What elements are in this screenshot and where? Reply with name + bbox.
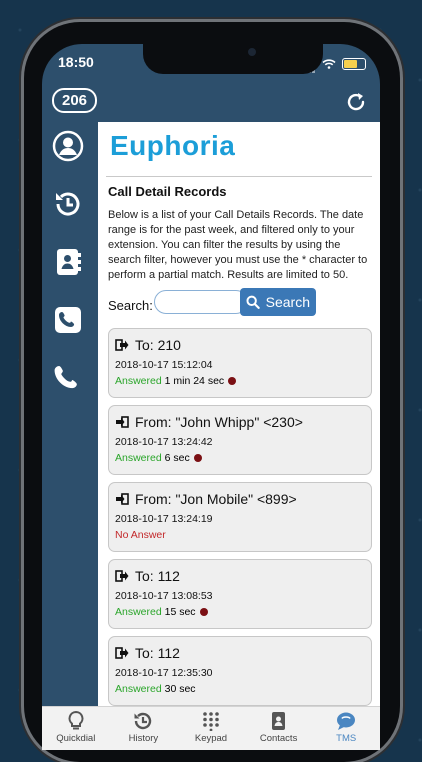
extension-badge[interactable]: 206 [52,88,98,113]
record-date: 2018-10-17 13:24:42 [115,436,213,448]
incoming-call-icon [116,493,129,505]
record-date: 2018-10-17 13:24:19 [115,513,213,525]
record-head-text: To: 112 [135,645,180,661]
record-date: 2018-10-17 12:35:30 [115,667,213,679]
record-head-text: To: 112 [135,568,180,584]
status-time: 18:50 [58,54,94,70]
search-icon [246,295,260,309]
tab-label: Quickdial [56,733,96,744]
outgoing-call-icon [115,339,129,351]
sidebar [42,122,98,706]
tab-label: Contacts [259,733,298,744]
record-date: 2018-10-17 13:08:53 [115,590,213,602]
user-profile-icon[interactable] [52,130,84,162]
recording-indicator-icon[interactable] [228,377,237,385]
page-description: Below is a list of your Call Details Rec… [108,209,368,281]
record-date: 2018-10-17 15:12:04 [115,359,213,371]
record-header: To: 112 [115,645,180,661]
call-duration: 1 min 24 sec [164,375,225,387]
search-label: Search: [108,298,153,313]
record-status: Answered 6 sec [115,452,202,464]
status-word: Answered [115,452,162,464]
call-record[interactable]: To: 112 2018-10-17 13:08:53 Answered 15 se… [108,559,372,629]
call-record[interactable]: To: 112 2018-10-17 12:35:30 Answered 30 se… [108,636,372,706]
refresh-icon[interactable] [344,90,368,114]
tab-contacts[interactable]: Contacts [245,707,313,750]
incoming-call-icon [116,416,129,428]
keypad-icon [203,712,219,731]
app-screen: 18:50 206 Euphoria Call Detail Records B… [42,44,380,750]
record-status: Answered 1 min 24 sec [115,375,237,387]
call-record[interactable]: From: "Jon Mobile" <899> 2018-10-17 13:24… [108,482,372,552]
search-input[interactable] [154,290,248,314]
lightbulb-icon [68,711,84,730]
tab-keypad[interactable]: Keypad [177,707,245,750]
notch [143,44,323,74]
euphoria-logo: Euphoria [110,130,236,161]
wifi-icon [322,59,336,69]
record-header: From: "Jon Mobile" <899> [115,491,297,507]
history-icon [134,712,152,730]
search-button-label: Search [265,294,310,310]
status-word: Answered [115,683,162,695]
chat-icon [337,712,356,730]
tab-history[interactable]: History [110,707,178,750]
tab-tms[interactable]: TMS [312,707,380,750]
tab-quickdial[interactable]: Quickdial [42,707,110,750]
battery-icon [342,58,366,70]
search-button[interactable]: Search [240,288,316,316]
call-record[interactable]: From: "John Whipp" <230> 2018-10-17 13:24… [108,405,372,475]
contacts-icon [271,712,285,730]
divider [106,176,372,177]
record-status: Answered 30 sec [115,683,196,695]
record-head-text: To: 210 [135,337,181,353]
records-list: To: 210 2018-10-17 15:12:04 Answered 1 min… [108,328,372,706]
status-word: Answered [115,606,162,618]
phone-square-icon[interactable] [52,304,84,336]
tab-label: Keypad [194,733,228,744]
record-header: To: 112 [115,568,180,584]
call-duration: 15 sec [164,606,196,618]
call-duration: 30 sec [164,683,196,695]
contacts-book-icon[interactable] [52,246,84,278]
main-content: Euphoria Call Detail Records Below is a … [98,122,380,706]
outgoing-call-icon [115,647,129,659]
call-duration: 6 sec [164,452,190,464]
history-icon[interactable] [52,188,84,220]
phone-icon[interactable] [52,362,84,394]
recording-indicator-icon[interactable] [193,454,202,462]
tab-label: TMS [336,733,357,744]
page-title: Call Detail Records [108,184,227,199]
record-header: From: "John Whipp" <230> [115,414,303,430]
tab-label: History [128,733,159,744]
top-bar: 206 [42,78,380,122]
record-status: Answered 15 sec [115,606,208,618]
recording-indicator-icon[interactable] [199,608,208,616]
camera-icon [248,48,256,56]
record-header: To: 210 [115,337,181,353]
outgoing-call-icon [115,570,129,582]
call-record[interactable]: To: 210 2018-10-17 15:12:04 Answered 1 min… [108,328,372,398]
record-status: No Answer [115,529,166,541]
record-head-text: From: "Jon Mobile" <899> [135,491,297,507]
tab-bar: Quickdial History Keypad Contacts TMS [42,706,380,750]
status-word: No Answer [115,529,166,541]
record-head-text: From: "John Whipp" <230> [135,414,303,430]
status-word: Answered [115,375,162,387]
